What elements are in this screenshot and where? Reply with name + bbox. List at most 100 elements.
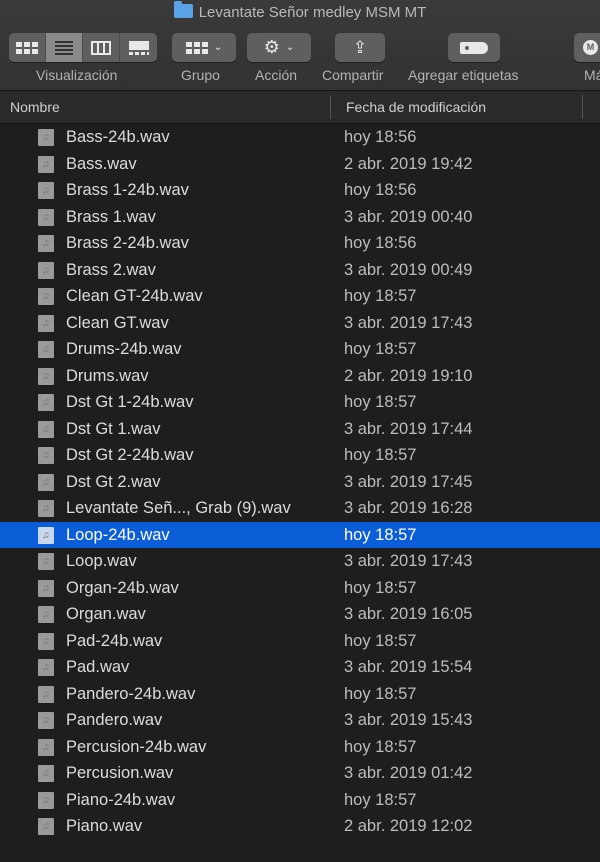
gallery-icon bbox=[128, 40, 149, 55]
action-button-inner: ⚙ ⌄ bbox=[247, 33, 311, 62]
file-modified-date: hoy 18:56 bbox=[344, 181, 417, 199]
audio-file-icon: ♫ bbox=[38, 447, 54, 464]
folder-icon bbox=[173, 1, 193, 18]
file-name: Loop-24b.wav bbox=[66, 525, 170, 544]
column-header: Nombre Fecha de modificación bbox=[0, 91, 600, 124]
file-row[interactable]: ♫ Pad.wav 3 abr. 2019 15:54 bbox=[0, 654, 600, 681]
file-name: Pad-24b.wav bbox=[66, 631, 163, 650]
file-row[interactable]: ♫ Levantate Señ..., Grab (9).wav 3 abr. 20… bbox=[0, 495, 600, 522]
file-modified-date: 3 abr. 2019 15:54 bbox=[344, 658, 473, 676]
file-row[interactable]: ♫ Dst Gt 2-24b.wav hoy 18:57 bbox=[0, 442, 600, 469]
file-row[interactable]: ♫ Brass 2-24b.wav hoy 18:56 bbox=[0, 230, 600, 257]
gallery-view-button[interactable] bbox=[120, 33, 157, 62]
file-row[interactable]: ♫ Brass 2.wav 3 abr. 2019 00:49 bbox=[0, 257, 600, 284]
share-button-inner: ⇪ bbox=[335, 33, 385, 62]
audio-file-icon: ♫ bbox=[38, 288, 54, 305]
file-modified-date: 2 abr. 2019 19:42 bbox=[344, 154, 473, 173]
action-button[interactable]: ⚙ ⌄ bbox=[247, 33, 311, 62]
file-row[interactable]: ♫ Drums-24b.wav hoy 18:57 bbox=[0, 336, 600, 363]
add-tags-button[interactable] bbox=[448, 33, 500, 62]
file-name: Bass-24b.wav bbox=[66, 128, 170, 146]
file-modified-date: 3 abr. 2019 16:28 bbox=[344, 499, 473, 517]
column-divider[interactable] bbox=[582, 95, 583, 119]
share-button[interactable]: ⇪ bbox=[335, 33, 385, 62]
audio-file-icon: ♫ bbox=[38, 738, 54, 756]
audio-file-icon: ♫ bbox=[38, 473, 54, 491]
audio-file-icon: ♫ bbox=[38, 765, 54, 782]
file-modified-date: hoy 18:57 bbox=[344, 790, 417, 809]
file-row[interactable]: ♫ Piano-24b.wav hoy 18:57 bbox=[0, 787, 600, 814]
file-modified-date: hoy 18:56 bbox=[344, 128, 417, 146]
file-row[interactable]: ♫ Percusion-24b.wav hoy 18:57 bbox=[0, 734, 600, 761]
file-row[interactable]: ♫ Bass.wav 2 abr. 2019 19:42 bbox=[0, 151, 600, 178]
share-label: Compartir bbox=[322, 67, 384, 83]
file-row[interactable]: ♫ Pandero-24b.wav hoy 18:57 bbox=[0, 681, 600, 708]
view-mode-control bbox=[9, 33, 157, 62]
file-row[interactable]: ♫ Drums.wav 2 abr. 2019 19:10 bbox=[0, 363, 600, 390]
file-row[interactable]: ♫ Pandero.wav 3 abr. 2019 15:43 bbox=[0, 707, 600, 734]
audio-file-icon: ♫ bbox=[38, 606, 54, 623]
audio-file-icon: ♫ bbox=[38, 818, 54, 835]
action-label: Acción bbox=[255, 67, 298, 83]
file-modified-date: hoy 18:57 bbox=[344, 631, 417, 650]
file-name: Brass 2.wav bbox=[66, 260, 156, 279]
file-row[interactable]: ♫ Percusion.wav 3 abr. 2019 01:42 bbox=[0, 760, 600, 787]
audio-file-icon: ♫ bbox=[38, 632, 54, 650]
file-row[interactable]: ♫ Pad-24b.wav hoy 18:57 bbox=[0, 628, 600, 655]
audio-file-icon: ♫ bbox=[38, 367, 54, 385]
list-icon bbox=[55, 39, 73, 57]
file-modified-date: 3 abr. 2019 00:40 bbox=[344, 207, 473, 226]
file-name: Dst Gt 1-24b.wav bbox=[66, 393, 194, 411]
file-row[interactable]: ♫ Clean GT-24b.wav hoy 18:57 bbox=[0, 283, 600, 310]
share-icon: ⇪ bbox=[352, 37, 368, 57]
audio-file-icon: ♫ bbox=[38, 261, 54, 279]
column-divider[interactable] bbox=[330, 95, 331, 119]
more-button[interactable]: M bbox=[574, 33, 600, 62]
file-modified-date: 2 abr. 2019 19:10 bbox=[344, 366, 473, 385]
audio-file-icon: ♫ bbox=[38, 208, 54, 226]
file-name: Pandero-24b.wav bbox=[66, 684, 196, 703]
file-name: Dst Gt 2.wav bbox=[66, 472, 161, 491]
file-name: Clean GT-24b.wav bbox=[66, 287, 203, 305]
audio-file-icon: ♫ bbox=[38, 553, 54, 570]
file-name: Dst Gt 1.wav bbox=[66, 419, 161, 438]
list-view-button[interactable] bbox=[46, 33, 83, 62]
file-row[interactable]: ♫ Dst Gt 2.wav 3 abr. 2019 17:45 bbox=[0, 469, 600, 496]
file-row[interactable]: ♫ Clean GT.wav 3 abr. 2019 17:43 bbox=[0, 310, 600, 337]
audio-file-icon: ♫ bbox=[38, 420, 54, 438]
file-modified-date: 3 abr. 2019 15:43 bbox=[344, 711, 473, 729]
file-row[interactable]: ♫ Loop.wav 3 abr. 2019 17:43 bbox=[0, 548, 600, 575]
group-button[interactable]: ⌄ bbox=[172, 33, 236, 62]
window-title: Levantate Señor medley MSM MT bbox=[0, 1, 600, 21]
tag-icon bbox=[460, 41, 488, 54]
file-row[interactable]: ♫ Organ.wav 3 abr. 2019 16:05 bbox=[0, 601, 600, 628]
file-row[interactable]: ♫ Dst Gt 1.wav 3 abr. 2019 17:44 bbox=[0, 416, 600, 443]
add-tags-label: Agregar etiquetas bbox=[408, 67, 519, 83]
file-name: Loop.wav bbox=[66, 552, 137, 570]
file-row[interactable]: ♫ Organ-24b.wav hoy 18:57 bbox=[0, 575, 600, 602]
file-row[interactable]: ♫ Brass 1-24b.wav hoy 18:56 bbox=[0, 177, 600, 204]
file-modified-date: 3 abr. 2019 17:43 bbox=[344, 552, 473, 570]
audio-file-icon: ♫ bbox=[38, 712, 54, 729]
audio-file-icon: ♫ bbox=[38, 394, 54, 411]
audio-file-icon: ♫ bbox=[38, 685, 54, 703]
audio-file-icon: ♫ bbox=[38, 341, 54, 358]
file-row[interactable]: ♫ Bass-24b.wav hoy 18:56 bbox=[0, 124, 600, 151]
group-button-inner: ⌄ bbox=[172, 33, 236, 62]
group-icon bbox=[185, 41, 208, 54]
file-row[interactable]: ♫ Brass 1.wav 3 abr. 2019 00:40 bbox=[0, 204, 600, 231]
more-button-inner: M bbox=[574, 33, 600, 62]
file-name: Piano-24b.wav bbox=[66, 790, 176, 809]
column-view-button[interactable] bbox=[83, 33, 120, 62]
audio-file-icon: ♫ bbox=[38, 526, 54, 544]
date-column-header[interactable]: Fecha de modificación bbox=[346, 91, 486, 123]
file-row[interactable]: ♫ Piano.wav 2 abr. 2019 12:02 bbox=[0, 813, 600, 840]
audio-file-icon: ♫ bbox=[38, 155, 54, 173]
file-row[interactable]: ♫ Dst Gt 1-24b.wav hoy 18:57 bbox=[0, 389, 600, 416]
file-row[interactable]: ♫ Loop-24b.wav hoy 18:57 bbox=[0, 521, 600, 548]
icon-view-button[interactable] bbox=[9, 33, 46, 62]
file-name: Piano.wav bbox=[66, 817, 143, 835]
name-column-header[interactable]: Nombre bbox=[10, 91, 60, 123]
audio-file-icon: ♫ bbox=[38, 182, 54, 199]
audio-file-icon: ♫ bbox=[38, 659, 54, 676]
